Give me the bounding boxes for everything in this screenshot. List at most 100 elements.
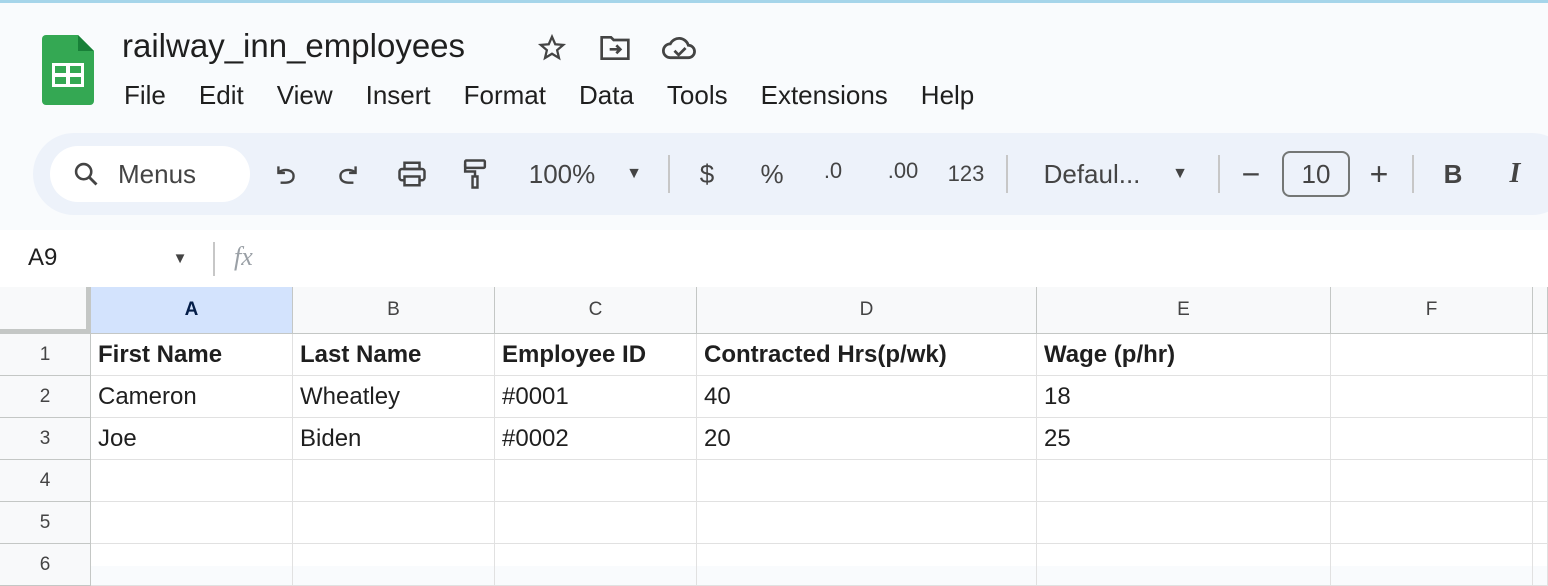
- data-cell[interactable]: [1533, 502, 1548, 544]
- more-formats-button[interactable]: 123: [944, 152, 988, 196]
- column-header-d[interactable]: D: [697, 287, 1037, 334]
- data-cell[interactable]: [1331, 544, 1533, 586]
- cloud-saved-icon[interactable]: [662, 32, 698, 64]
- search-label: Menus: [118, 158, 197, 189]
- menu-edit[interactable]: Edit: [199, 80, 244, 111]
- menu-insert[interactable]: Insert: [366, 80, 431, 111]
- data-cell[interactable]: [1331, 418, 1533, 460]
- zoom-dropdown-icon[interactable]: ▼: [622, 152, 646, 196]
- document-title[interactable]: railway_inn_employees: [122, 27, 465, 65]
- menu-file[interactable]: File: [124, 80, 166, 111]
- name-box[interactable]: A9: [28, 244, 57, 272]
- toolbar-divider: [668, 155, 670, 193]
- data-cell[interactable]: [91, 502, 293, 544]
- menu-data[interactable]: Data: [579, 80, 634, 111]
- row-header[interactable]: 3: [0, 418, 91, 460]
- font-dropdown-icon[interactable]: ▼: [1168, 152, 1192, 196]
- data-cell[interactable]: 25: [1037, 418, 1331, 460]
- menu-tools[interactable]: Tools: [667, 80, 728, 111]
- print-icon[interactable]: [392, 152, 432, 196]
- header-cell[interactable]: First Name: [91, 334, 293, 376]
- data-cell[interactable]: [293, 502, 495, 544]
- column-header-g[interactable]: [1533, 287, 1548, 334]
- data-cell[interactable]: [1533, 418, 1548, 460]
- data-cell[interactable]: [91, 544, 293, 586]
- data-cell[interactable]: Biden: [293, 418, 495, 460]
- data-cell[interactable]: [293, 460, 495, 502]
- bold-button[interactable]: B: [1438, 152, 1468, 196]
- data-cell[interactable]: [697, 460, 1037, 502]
- data-cell[interactable]: [1533, 460, 1548, 502]
- header-cell[interactable]: [1331, 334, 1533, 376]
- decrease-decimal-label: .0: [823, 158, 843, 183]
- formula-input[interactable]: [290, 244, 1490, 274]
- data-cell[interactable]: [495, 460, 697, 502]
- data-cell[interactable]: [1331, 502, 1533, 544]
- data-cell[interactable]: [91, 460, 293, 502]
- data-cell[interactable]: [495, 502, 697, 544]
- window-top-border: [0, 0, 1548, 3]
- row-header[interactable]: 5: [0, 502, 91, 544]
- increase-decimal-button[interactable]: .00: [880, 152, 926, 196]
- data-cell[interactable]: 20: [697, 418, 1037, 460]
- data-cell[interactable]: [1037, 460, 1331, 502]
- data-cell[interactable]: [1533, 544, 1548, 586]
- decrease-decimal-button[interactable]: .0: [812, 152, 854, 196]
- data-cell[interactable]: 40: [697, 376, 1037, 418]
- star-icon[interactable]: [534, 32, 570, 64]
- column-header-b[interactable]: B: [293, 287, 495, 334]
- undo-icon[interactable]: [266, 152, 306, 196]
- data-cell[interactable]: [1331, 460, 1533, 502]
- row-header[interactable]: 4: [0, 460, 91, 502]
- font-size-increase-icon[interactable]: +: [1364, 152, 1394, 196]
- font-size-decrease-icon[interactable]: −: [1236, 152, 1266, 196]
- data-cell[interactable]: [697, 502, 1037, 544]
- select-all-corner[interactable]: [0, 287, 91, 334]
- currency-format-button[interactable]: $: [692, 152, 722, 196]
- header-cell[interactable]: Employee ID: [495, 334, 697, 376]
- data-cell[interactable]: #0001: [495, 376, 697, 418]
- row-header[interactable]: 6: [0, 544, 91, 586]
- toolbar-divider: [1006, 155, 1008, 193]
- data-cell[interactable]: [1331, 376, 1533, 418]
- data-cell[interactable]: Wheatley: [293, 376, 495, 418]
- zoom-select[interactable]: 100%: [520, 152, 604, 196]
- column-header-a[interactable]: A: [91, 287, 293, 334]
- header-cell[interactable]: Last Name: [293, 334, 495, 376]
- data-cell[interactable]: [495, 544, 697, 586]
- column-header-e[interactable]: E: [1037, 287, 1331, 334]
- data-cell[interactable]: [1037, 544, 1331, 586]
- fx-icon: fx: [234, 242, 253, 271]
- menu-help[interactable]: Help: [921, 80, 974, 111]
- data-cell[interactable]: [697, 544, 1037, 586]
- formula-divider: [213, 242, 215, 276]
- move-folder-icon[interactable]: [597, 32, 633, 64]
- redo-icon[interactable]: [328, 152, 368, 196]
- data-cell[interactable]: [293, 544, 495, 586]
- paint-format-icon[interactable]: [455, 152, 495, 196]
- menu-extensions[interactable]: Extensions: [761, 80, 888, 111]
- font-select[interactable]: Defaul...: [1036, 152, 1148, 196]
- header-cell[interactable]: Wage (p/hr): [1037, 334, 1331, 376]
- row-header[interactable]: 1: [0, 334, 91, 376]
- data-cell[interactable]: Cameron: [91, 376, 293, 418]
- font-size-input[interactable]: 10: [1282, 151, 1350, 197]
- data-cell[interactable]: Joe: [91, 418, 293, 460]
- header-cell[interactable]: Contracted Hrs(p/wk): [697, 334, 1037, 376]
- row-header[interactable]: 2: [0, 376, 91, 418]
- name-box-dropdown-icon[interactable]: ▼: [168, 244, 192, 272]
- column-header-c[interactable]: C: [495, 287, 697, 334]
- percent-format-button[interactable]: %: [755, 152, 789, 196]
- data-cell[interactable]: 18: [1037, 376, 1331, 418]
- column-header-f[interactable]: F: [1331, 287, 1533, 334]
- data-cell[interactable]: [1533, 334, 1548, 376]
- menus-search[interactable]: Menus: [50, 146, 250, 202]
- data-cell[interactable]: [1533, 376, 1548, 418]
- sheets-logo-icon[interactable]: [42, 35, 94, 105]
- menu-format[interactable]: Format: [464, 80, 546, 111]
- data-cell[interactable]: [1037, 502, 1331, 544]
- data-cell[interactable]: #0002: [495, 418, 697, 460]
- spreadsheet-grid: A B C D E F 1 First Name Last Name Employee ID Con…: [0, 287, 1548, 586]
- italic-button[interactable]: I: [1500, 152, 1530, 196]
- menu-view[interactable]: View: [277, 80, 333, 111]
